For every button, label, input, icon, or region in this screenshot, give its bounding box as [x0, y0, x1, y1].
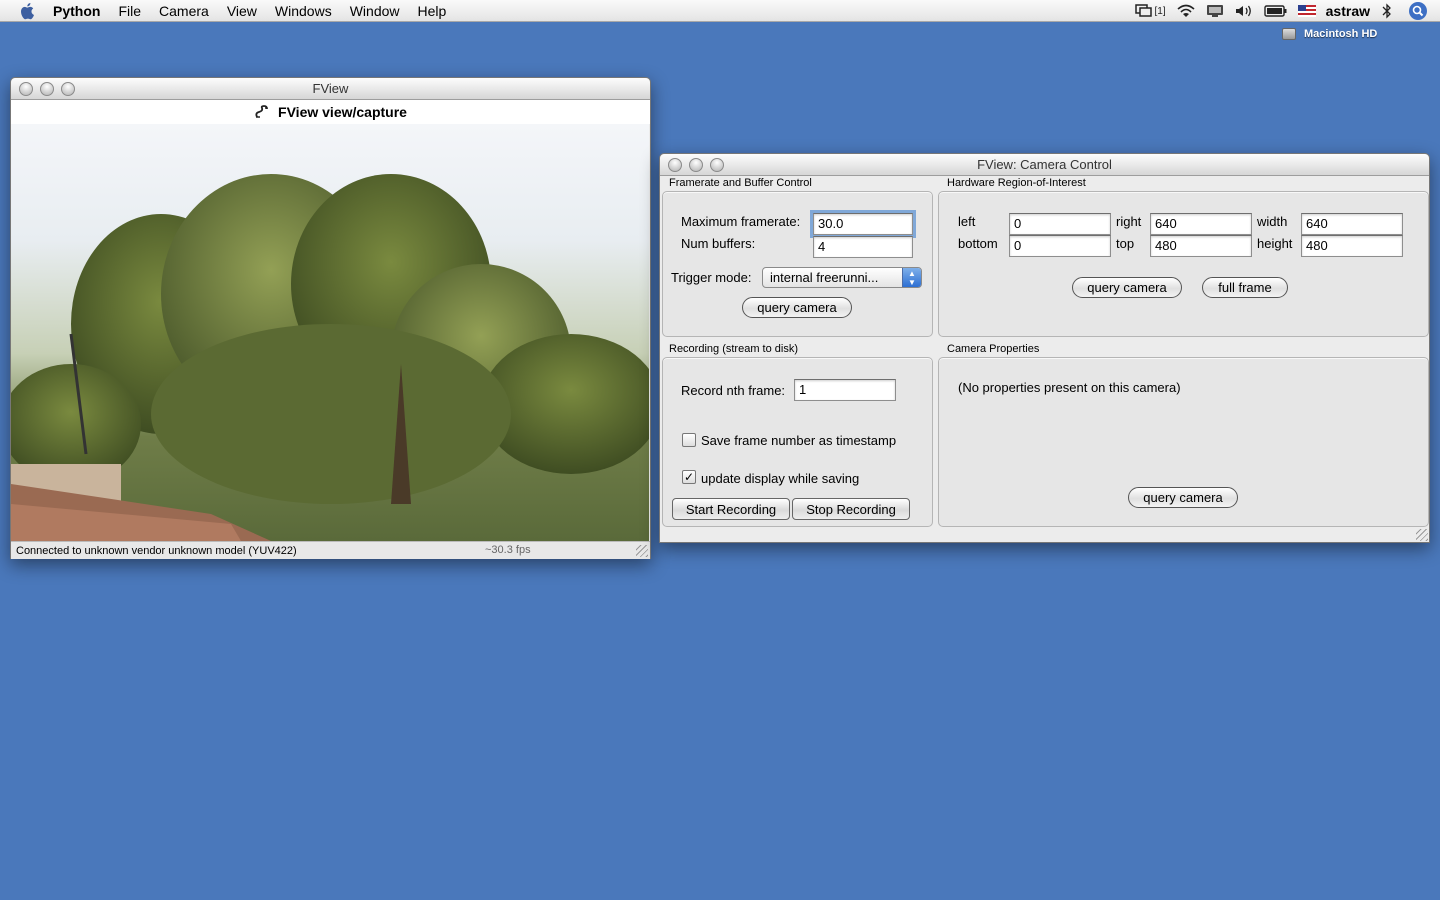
menu-bar: Python File Camera View Windows Window H… — [0, 0, 1440, 22]
stop-recording-button[interactable]: Stop Recording — [792, 498, 910, 520]
save-timestamp-label: Save frame number as timestamp — [701, 433, 897, 448]
trigger-mode-select[interactable]: internal freerunni... ▲ ▼ — [762, 267, 922, 288]
roi-right-field[interactable]: 640 — [1150, 213, 1252, 235]
properties-query-camera-button[interactable]: query camera — [1128, 487, 1238, 508]
camera-preview-image — [11, 124, 649, 541]
connection-status: Connected to unknown vendor unknown mode… — [16, 544, 297, 557]
roi-bottom-label: bottom — [958, 236, 998, 251]
max-framerate-label: Maximum framerate: — [681, 214, 801, 229]
volume-icon[interactable] — [1234, 4, 1254, 18]
menu-app-python[interactable]: Python — [47, 0, 109, 22]
fview-window: FView FView view/capture Connected to un… — [10, 77, 651, 559]
roi-height-field[interactable]: 480 — [1301, 235, 1403, 257]
zoom-button[interactable] — [61, 82, 75, 96]
roi-top-field[interactable]: 480 — [1150, 235, 1252, 257]
disk-label: Macintosh HD — [1304, 28, 1378, 40]
control-titlebar[interactable]: FView: Camera Control — [660, 154, 1429, 176]
update-display-label: update display while saving — [701, 471, 860, 486]
control-title: FView: Camera Control — [977, 157, 1112, 172]
framerate-query-camera-button[interactable]: query camera — [742, 297, 852, 318]
resize-grip-icon[interactable] — [636, 545, 648, 557]
screens-count: [1] — [1154, 5, 1166, 17]
fview-statusbar: Connected to unknown vendor unknown mode… — [11, 541, 650, 559]
framerate-group-label: Framerate and Buffer Control — [669, 177, 812, 189]
fview-titlebar[interactable]: FView — [11, 78, 650, 100]
hard-disk-icon — [1282, 28, 1296, 40]
menu-camera[interactable]: Camera — [150, 0, 218, 22]
close-button[interactable] — [668, 158, 682, 172]
no-properties-message: (No properties present on this camera) — [958, 380, 1181, 395]
max-framerate-field[interactable]: 30.0 — [810, 210, 916, 238]
menu-windows[interactable]: Windows — [266, 0, 341, 22]
roi-group-label: Hardware Region-of-Interest — [947, 177, 1086, 189]
close-button[interactable] — [19, 82, 33, 96]
roi-width-label: width — [1257, 214, 1288, 229]
roi-left-label: left — [958, 214, 976, 229]
minimize-button[interactable] — [40, 82, 54, 96]
num-buffers-label: Num buffers: — [681, 236, 756, 251]
roi-bottom-field[interactable]: 0 — [1009, 235, 1111, 257]
save-timestamp-checkbox[interactable] — [682, 433, 696, 447]
roi-left-field[interactable]: 0 — [1009, 213, 1111, 235]
menu-window[interactable]: Window — [341, 0, 409, 22]
properties-group-label: Camera Properties — [947, 343, 1040, 355]
battery-icon[interactable] — [1263, 5, 1288, 17]
num-buffers-field[interactable]: 4 — [813, 236, 913, 258]
start-recording-button[interactable]: Start Recording — [672, 498, 790, 520]
spotlight-icon[interactable] — [1408, 1, 1428, 21]
desktop-disk[interactable]: Macintosh HD — [1282, 28, 1377, 40]
roi-right-label: right — [1116, 214, 1142, 229]
menu-help[interactable]: Help — [409, 0, 456, 22]
trigger-mode-value: internal freerunni... — [770, 270, 879, 285]
menu-view[interactable]: View — [218, 0, 266, 22]
roi-query-camera-button[interactable]: query camera — [1072, 277, 1182, 298]
camera-control-window: FView: Camera Control Framerate and Buff… — [659, 153, 1430, 543]
wifi-icon[interactable] — [1176, 4, 1196, 18]
roi-width-field[interactable]: 640 — [1301, 213, 1403, 235]
us-flag-icon[interactable] — [1297, 5, 1316, 17]
trigger-mode-label: Trigger mode: — [671, 270, 752, 285]
fview-header: FView view/capture — [11, 100, 650, 124]
screens-icon[interactable]: [1] — [1134, 4, 1166, 18]
menu-file[interactable]: File — [109, 0, 150, 22]
display-icon[interactable] — [1206, 4, 1224, 18]
fview-subtitle: FView view/capture — [278, 104, 407, 120]
apple-menu-icon[interactable] — [19, 2, 37, 20]
minimize-button[interactable] — [689, 158, 703, 172]
recording-group-label: Recording (stream to disk) — [669, 343, 798, 355]
roi-height-label: height — [1257, 236, 1293, 251]
full-frame-button[interactable]: full frame — [1202, 277, 1288, 298]
zoom-button[interactable] — [710, 158, 724, 172]
bluetooth-icon[interactable] — [1382, 3, 1392, 19]
record-nth-frame-label: Record nth frame: — [681, 383, 786, 398]
fps-readout: ~30.3 fps — [485, 544, 531, 556]
snake-icon — [255, 105, 268, 118]
fview-title: FView — [312, 81, 349, 96]
record-nth-frame-field[interactable]: 1 — [794, 379, 896, 401]
popup-arrows-icon: ▲ ▼ — [902, 268, 921, 287]
resize-grip-icon[interactable] — [1416, 529, 1428, 541]
update-display-checkbox[interactable]: ✓ — [682, 470, 696, 484]
roi-top-label: top — [1116, 236, 1135, 251]
user-name[interactable]: astraw — [1326, 3, 1370, 19]
